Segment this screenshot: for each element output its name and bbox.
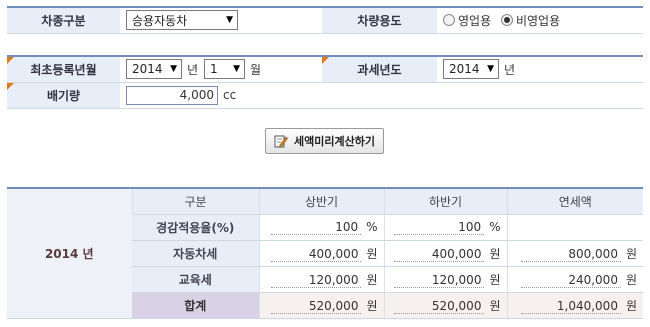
first-registration-label: 최초등록년월	[7, 56, 120, 83]
tax-year-label: 과세년도	[322, 56, 437, 83]
calculate-tax-button-label: 세액미리계산하기	[294, 135, 375, 148]
first-half-cell: 520,000 원	[258, 292, 384, 319]
unit: 원	[366, 272, 378, 287]
unit: 원	[366, 298, 378, 313]
tax-year-unit: 년	[504, 62, 516, 77]
unit: 원	[366, 246, 378, 261]
unit: 원	[625, 298, 637, 313]
registration-table: 최초등록년월 2014 ▼ 년 1 ▼ 월 과세년도 2014 ▼ 년 배기량 …	[7, 55, 643, 109]
vehicle-type-label: 차종구분	[7, 7, 120, 34]
annual-value: 800,000	[520, 247, 621, 262]
year-unit: 년	[187, 62, 199, 77]
first-half-cell: 400,000 원	[258, 240, 384, 267]
unit: 원	[625, 246, 637, 261]
chevron-down-icon: ▼	[233, 64, 241, 75]
second-half-cell: 520,000 원	[383, 292, 507, 319]
header-first-half: 상반기	[258, 188, 384, 215]
registration-month-value: 1	[210, 62, 218, 77]
vehicle-info-table: 차종구분 승용자동차 ▼ 차량용도 영업용 비영업용	[7, 6, 643, 34]
annual-cell: 1,040,000 원	[506, 292, 643, 319]
chevron-down-icon: ▼	[226, 15, 233, 26]
vehicle-use-cell: 영업용 비영업용	[437, 7, 643, 34]
displacement-unit: cc	[223, 88, 237, 102]
vehicle-type-value: 승용자동차	[132, 13, 188, 28]
result-year: 2014 년	[7, 188, 132, 319]
unit: 원	[489, 272, 501, 287]
pencil-note-icon	[274, 134, 288, 148]
calculate-tax-button[interactable]: 세액미리계산하기	[265, 128, 384, 154]
second-half-value: 100	[394, 220, 485, 235]
second-half-value: 400,000	[394, 247, 485, 262]
unit: 원	[489, 246, 501, 261]
first-half-cell: 100%	[258, 214, 384, 241]
annual-cell: 800,000 원	[506, 240, 643, 267]
row-label: 교육세	[132, 266, 259, 293]
use-commercial-radio[interactable]	[443, 14, 455, 27]
tax-year-cell: 2014 ▼ 년	[437, 56, 643, 83]
displacement-label: 배기량	[7, 82, 120, 109]
tax-result-table: 2014 년 구분 상반기 하반기 연세액 경감적용율(%) 100% 100%…	[7, 187, 643, 319]
header-category: 구분	[131, 188, 259, 215]
unit: 원	[625, 272, 637, 287]
vehicle-use-label: 차량용도	[322, 7, 437, 34]
tax-year-value: 2014	[449, 62, 480, 77]
annual-cell: 240,000 원	[506, 266, 643, 293]
first-half-value: 400,000	[271, 247, 362, 262]
row-label: 자동차세	[132, 240, 259, 267]
total-label: 합계	[132, 292, 259, 319]
first-half-cell: 120,000 원	[258, 266, 384, 293]
unit: 원	[489, 298, 501, 313]
first-half-value: 100	[271, 220, 362, 235]
second-half-cell: 100%	[383, 214, 507, 241]
header-second-half: 하반기	[383, 188, 507, 215]
use-noncommercial-label: 비영업용	[515, 13, 561, 28]
second-half-cell: 120,000 원	[383, 266, 507, 293]
second-half-cell: 400,000 원	[383, 240, 507, 267]
vehicle-type-select[interactable]: 승용자동차 ▼	[126, 10, 238, 31]
registration-year-select[interactable]: 2014 ▼	[126, 59, 182, 80]
unit: %	[489, 219, 501, 234]
registration-year-value: 2014	[132, 62, 163, 77]
annual-value: 240,000	[520, 273, 621, 288]
month-unit: 월	[250, 62, 262, 77]
use-commercial-label: 영업용	[458, 13, 492, 28]
row-label: 경감적용율(%)	[132, 214, 259, 241]
displacement-input[interactable]: 4,000	[126, 85, 218, 105]
chevron-down-icon: ▼	[487, 64, 494, 75]
first-half-value: 120,000	[271, 273, 362, 288]
first-registration-cell: 2014 ▼ 년 1 ▼ 월	[120, 56, 322, 83]
displacement-cell: 4,000 cc	[120, 82, 643, 109]
second-half-value: 520,000	[394, 299, 485, 314]
annual-value: 1,040,000	[520, 299, 621, 314]
use-noncommercial-radio[interactable]	[500, 14, 513, 27]
chevron-down-icon: ▼	[170, 64, 177, 75]
unit: %	[366, 219, 378, 234]
registration-month-select[interactable]: 1 ▼	[204, 59, 246, 80]
vehicle-type-cell: 승용자동차 ▼	[120, 7, 322, 34]
first-half-value: 520,000	[271, 299, 362, 314]
second-half-value: 120,000	[394, 273, 485, 288]
header-annual: 연세액	[506, 188, 643, 215]
annual-cell	[506, 214, 643, 241]
tax-year-select[interactable]: 2014 ▼	[443, 59, 499, 80]
